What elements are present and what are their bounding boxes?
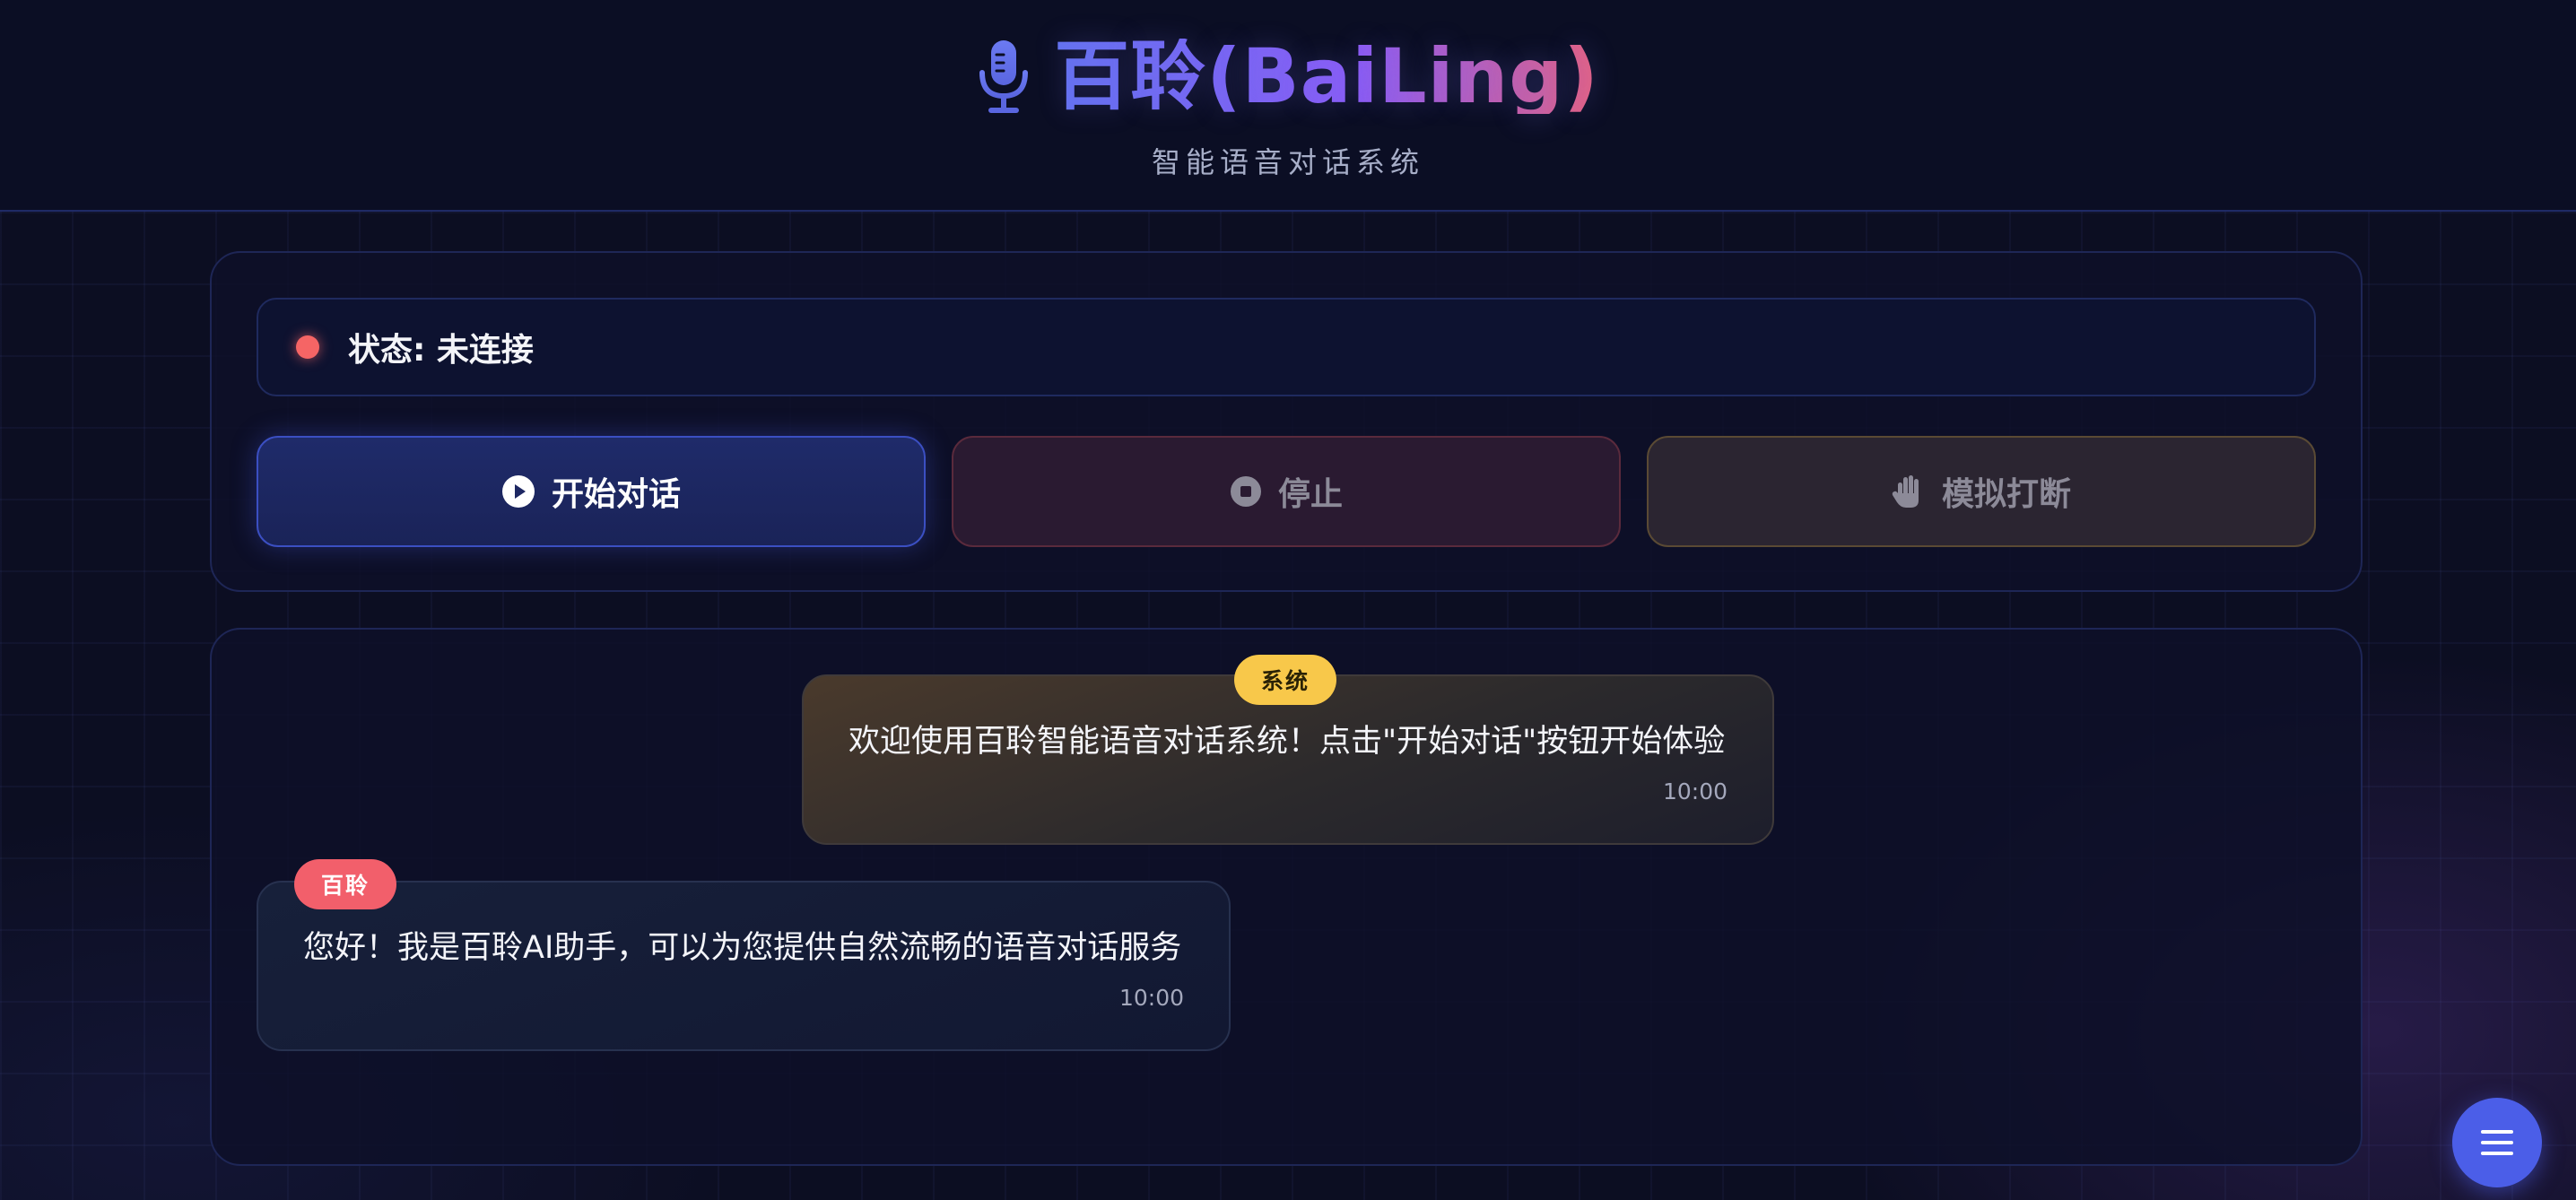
interrupt-button-label: 模拟打断 [1941,476,2071,513]
app-subtitle: 智能语音对话系统 [1151,145,1424,179]
message-timestamp: 10:00 [1118,985,1184,1011]
assistant-message: 您好！我是百聆AI助手，可以为您提供自然流畅的语音对话服务 10:00 [257,881,1231,1051]
status-label: 状态: 未连接 [348,332,534,369]
chat-panel: 欢迎使用百聆智能语音对话系统！点击"开始对话"按钮开始体验 10:00 您好！我… [210,628,2363,1166]
menu-icon [2481,1130,2513,1155]
control-panel: 状态: 未连接 开始对话 停止 模拟打断 [210,251,2363,592]
status-indicator-dot [296,335,319,359]
status-bar: 状态: 未连接 [257,298,2316,396]
menu-fab-button[interactable] [2452,1098,2542,1187]
stop-circle-icon [1230,476,1261,507]
start-button-label: 开始对话 [551,476,681,513]
message-text: 欢迎使用百聆智能语音对话系统！点击"开始对话"按钮开始体验 [849,724,1726,760]
app-title: 百聆(BaiLing) [1054,32,1599,120]
play-circle-icon [501,475,535,508]
stop-button[interactable]: 停止 [952,436,1621,547]
message-text: 您好！我是百聆AI助手，可以为您提供自然流畅的语音对话服务 [303,930,1182,966]
app-header: 百聆(BaiLing) 智能语音对话系统 [0,0,2576,212]
assistant-sender-badge: 百聆 [294,859,396,909]
system-sender-badge: 系统 [1234,655,1336,705]
simulate-interrupt-button[interactable]: 模拟打断 [1647,436,2316,547]
start-conversation-button[interactable]: 开始对话 [257,436,926,547]
title-row: 百聆(BaiLing) [0,27,2576,126]
message-timestamp: 10:00 [1662,778,1727,804]
stop-button-label: 停止 [1277,476,1343,513]
hand-icon [1892,475,1919,508]
microphone-icon [979,40,1029,113]
